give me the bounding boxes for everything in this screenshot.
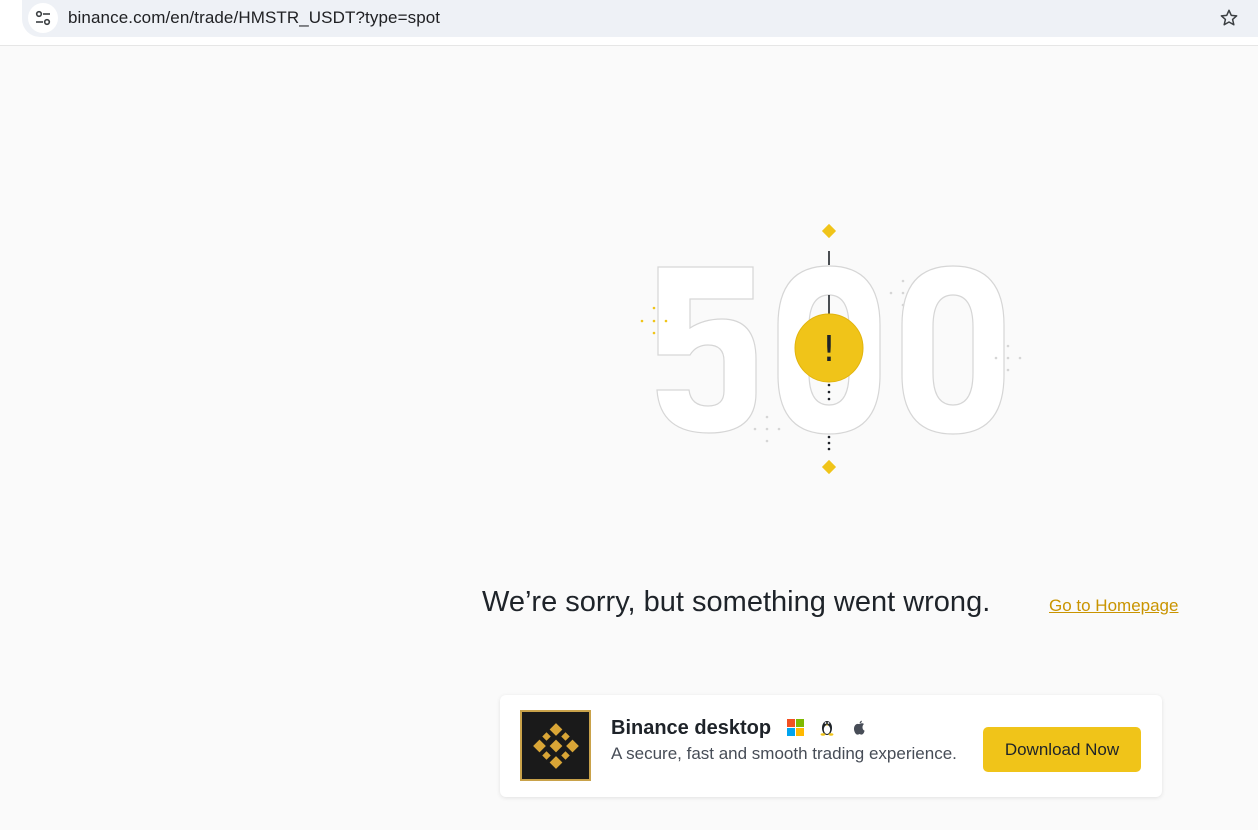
error-code-text: 500: [830, 476, 832, 478]
error-message: We’re sorry, but something went wrong.: [482, 586, 991, 618]
exclamation-icon: !: [822, 329, 836, 370]
linux-icon: [818, 718, 836, 736]
go-to-homepage-link[interactable]: Go to Homepage: [1049, 596, 1178, 616]
browser-toolbar: binance.com/en/trade/HMSTR_USDT?type=spo…: [0, 0, 1258, 46]
card-subtitle: A secure, fast and smooth trading experi…: [611, 744, 957, 763]
apple-icon: [850, 718, 868, 736]
error-message-row: We’re sorry, but something went wrong. G…: [482, 586, 1202, 626]
error-500-illustration: 500 !: [640, 223, 1022, 478]
digit-five: [656, 266, 757, 434]
star-outline-icon: [1220, 9, 1238, 26]
download-now-button[interactable]: Download Now: [983, 727, 1141, 772]
address-bar[interactable]: binance.com/en/trade/HMSTR_USDT?type=spo…: [22, 0, 1258, 37]
desktop-download-card: Binance desktop A secure, fast and smoot…: [500, 695, 1162, 797]
bookmark-button[interactable]: [1216, 5, 1242, 31]
binance-logo-icon: [532, 722, 579, 769]
tune-icon: [35, 10, 51, 26]
windows-icon: [786, 718, 804, 736]
card-title: Binance desktop: [611, 717, 772, 739]
digit-zero-right: [901, 265, 1005, 435]
os-icons: [786, 718, 868, 736]
site-info-button[interactable]: [28, 3, 58, 33]
url-text[interactable]: binance.com/en/trade/HMSTR_USDT?type=spo…: [68, 8, 440, 28]
binance-logo: [520, 710, 591, 781]
